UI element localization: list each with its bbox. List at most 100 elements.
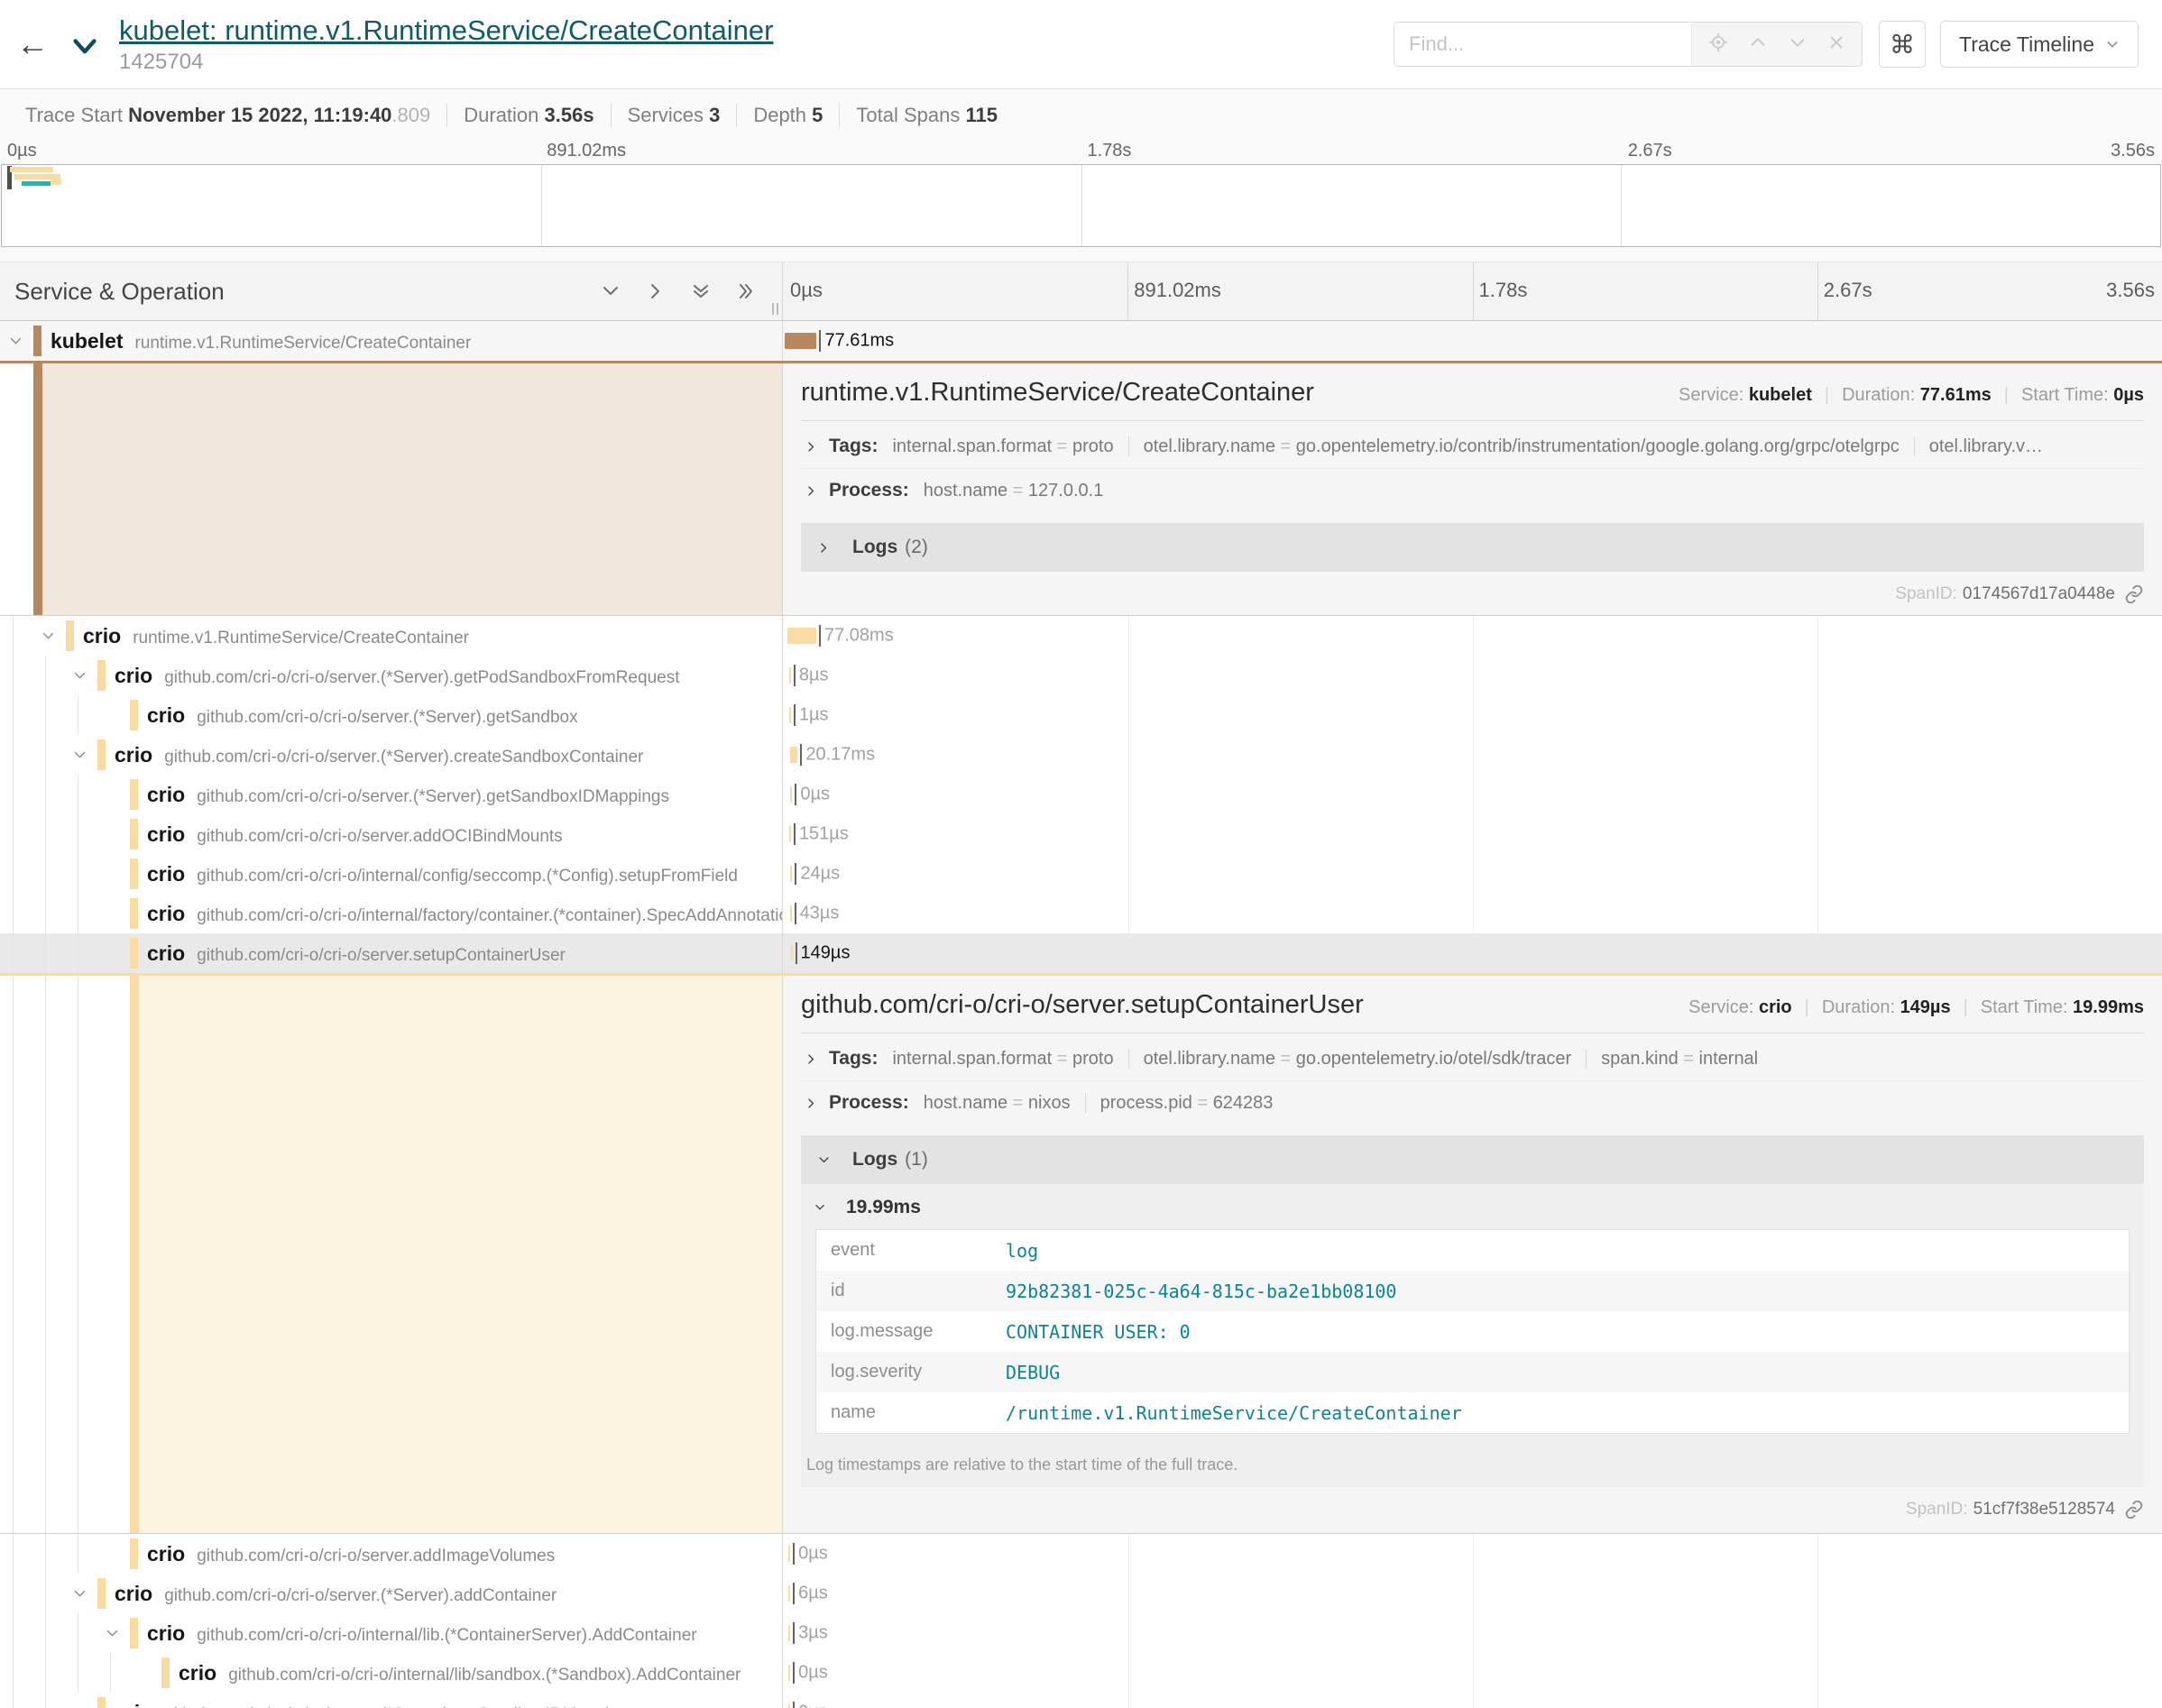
detail-meta: Service: kubelet|Duration: 77.61ms|Start… (1679, 385, 2144, 406)
span-row[interactable]: criogithub.com/cri-o/cri-o/server.(*Serv… (0, 695, 2162, 735)
span-duration-bar[interactable] (789, 707, 791, 723)
tags-accordion[interactable]: Tags:internal.span.format = protootel.li… (801, 1037, 2144, 1081)
span-row[interactable]: criogithub.com/cri-o/cri-o/internal/lib.… (0, 1613, 2162, 1653)
span-name-cell[interactable]: criogithub.com/cri-o/cri-o/server.(*Serv… (0, 775, 783, 814)
service-color-bar (97, 1697, 106, 1708)
chevron-down-icon[interactable] (41, 629, 56, 644)
gridline (1081, 165, 1082, 246)
span-name-cell[interactable]: criogithub.com/cri-o/cri-o/server.addOCI… (0, 814, 783, 854)
span-timeline-cell[interactable]: 149µs (783, 933, 2162, 973)
minimap-canvas[interactable] (1, 164, 2161, 247)
span-duration-bar[interactable] (788, 1665, 790, 1681)
service-name: crio (83, 624, 121, 648)
chevron-right-icon[interactable] (645, 280, 667, 302)
chevron-down-icon[interactable] (72, 748, 87, 763)
minimap-section: 0µs891.02ms1.78s2.67s3.56s (0, 141, 2162, 262)
span-row[interactable]: criogithub.com/cri-o/cri-o/server.(*Serv… (0, 1574, 2162, 1613)
chevron-down-icon[interactable] (105, 1626, 120, 1641)
span-labels: criogithub.com/cri-o/cri-o/internal/conf… (0, 862, 782, 886)
span-name-cell[interactable]: criogithub.com/cri-o/cri-o/internal/lib.… (0, 1613, 783, 1653)
span-row[interactable]: criogithub.com/cri-o/cri-o/server.addOCI… (0, 814, 2162, 854)
chevron-down-icon[interactable] (72, 668, 87, 684)
span-timeline-cell[interactable]: 0µs (783, 1693, 2162, 1708)
span-row[interactable]: criogithub.com/cri-o/cri-o/internal/conf… (0, 854, 2162, 894)
span-name-cell[interactable]: criogithub.com/cri-o/cri-o/server.(*Serv… (0, 1693, 783, 1708)
span-duration-bar[interactable] (788, 1625, 790, 1641)
trace-title-link[interactable]: kubelet: runtime.v1.RuntimeService/Creat… (119, 14, 773, 46)
log-field-key: log.message (816, 1321, 1006, 1342)
span-timeline-cell[interactable]: 20.17ms (783, 735, 2162, 775)
span-name-cell[interactable]: crioruntime.v1.RuntimeService/CreateCont… (0, 616, 783, 656)
chevron-down-icon[interactable] (72, 1586, 87, 1602)
process-accordion[interactable]: Process:host.name = nixosprocess.pid = 6… (801, 1081, 2144, 1125)
span-duration-bar[interactable] (788, 1704, 790, 1708)
link-icon[interactable] (2124, 584, 2144, 604)
double-chevron-right-icon[interactable] (735, 280, 757, 302)
logs-accordion-header[interactable]: Logs(2) (801, 523, 2144, 572)
span-name-cell[interactable]: criogithub.com/cri-o/cri-o/server.addIma… (0, 1534, 783, 1574)
span-timeline-cell[interactable]: 77.08ms (783, 616, 2162, 656)
link-icon[interactable] (2124, 1500, 2144, 1520)
span-row[interactable]: criogithub.com/cri-o/cri-o/server.setupC… (0, 933, 2162, 973)
span-name-cell[interactable]: criogithub.com/cri-o/cri-o/internal/lib/… (0, 1653, 783, 1693)
span-row[interactable]: criogithub.com/cri-o/cri-o/internal/fact… (0, 894, 2162, 933)
log-entry-header[interactable]: 19.99ms (801, 1184, 2144, 1227)
span-timeline-cell[interactable]: 151µs (783, 814, 2162, 854)
span-duration-bar[interactable] (790, 905, 792, 922)
span-duration-bar[interactable] (788, 1585, 790, 1602)
span-row[interactable]: criogithub.com/cri-o/cri-o/internal/lib/… (0, 1653, 2162, 1693)
logs-accordion-header[interactable]: Logs(1) (801, 1135, 2144, 1184)
span-name-cell[interactable]: criogithub.com/cri-o/cri-o/internal/conf… (0, 854, 783, 894)
process-accordion[interactable]: Process:host.name = 127.0.0.1 (801, 469, 2144, 512)
find-input[interactable] (1394, 23, 1691, 66)
span-timeline-cell[interactable]: 8µs (783, 656, 2162, 695)
span-row[interactable]: kubeletruntime.v1.RuntimeService/CreateC… (0, 321, 2162, 361)
span-duration-bar[interactable] (790, 866, 792, 882)
next-match-chevron-down-icon[interactable] (1788, 32, 1808, 57)
span-row[interactable]: criogithub.com/cri-o/cri-o/server.(*Serv… (0, 735, 2162, 775)
chevron-down-icon[interactable] (8, 334, 23, 349)
span-name-cell[interactable]: criogithub.com/cri-o/cri-o/server.(*Serv… (0, 1574, 783, 1613)
span-duration-bar[interactable] (791, 945, 793, 961)
span-timeline-cell[interactable]: 0µs (783, 1653, 2162, 1693)
span-duration-bar[interactable] (790, 747, 798, 763)
span-row[interactable]: criogithub.com/cri-o/cri-o/server.addIma… (0, 1534, 2162, 1574)
locate-icon[interactable] (1708, 32, 1728, 57)
span-row[interactable]: criogithub.com/cri-o/cri-o/server.(*Serv… (0, 1693, 2162, 1708)
view-selector-button[interactable]: Trace Timeline (1940, 21, 2139, 68)
span-name-cell[interactable]: criogithub.com/cri-o/cri-o/internal/fact… (0, 894, 783, 933)
span-timeline-cell[interactable]: 3µs (783, 1613, 2162, 1653)
span-row[interactable]: criogithub.com/cri-o/cri-o/server.(*Serv… (0, 775, 2162, 814)
span-duration-bar[interactable] (790, 786, 792, 803)
span-timeline-cell[interactable]: 0µs (783, 775, 2162, 814)
column-resize-handle[interactable] (772, 303, 778, 315)
keyboard-shortcuts-button[interactable]: ⌘ (1879, 21, 1926, 68)
span-name-cell[interactable]: criogithub.com/cri-o/cri-o/server.(*Serv… (0, 656, 783, 695)
span-duration-bar[interactable] (789, 826, 791, 842)
double-chevron-down-icon[interactable] (690, 280, 712, 302)
span-row[interactable]: crioruntime.v1.RuntimeService/CreateCont… (0, 616, 2162, 656)
span-name-cell[interactable]: criogithub.com/cri-o/cri-o/server.(*Serv… (0, 735, 783, 775)
chevron-down-icon[interactable] (600, 280, 621, 302)
span-duration-bar[interactable] (787, 628, 816, 644)
span-id-value: 0174567d17a0448e (1963, 584, 2115, 604)
header-collapse-chevron-icon[interactable] (70, 35, 99, 63)
span-name-cell[interactable]: criogithub.com/cri-o/cri-o/server.(*Serv… (0, 695, 783, 735)
span-duration-bar[interactable] (788, 1546, 790, 1562)
span-timeline-cell[interactable]: 77.61ms (783, 321, 2162, 361)
span-duration-bar[interactable] (789, 667, 791, 684)
span-name-cell[interactable]: criogithub.com/cri-o/cri-o/server.setupC… (0, 933, 783, 973)
span-duration-bar[interactable] (785, 333, 816, 349)
span-row[interactable]: criogithub.com/cri-o/cri-o/server.(*Serv… (0, 656, 2162, 695)
span-timeline-cell[interactable]: 1µs (783, 695, 2162, 735)
tags-accordion[interactable]: Tags:internal.span.format = protootel.li… (801, 425, 2144, 469)
span-name-cell[interactable]: kubeletruntime.v1.RuntimeService/CreateC… (0, 321, 783, 361)
back-arrow-icon[interactable]: ← (16, 25, 58, 63)
span-timeline-cell[interactable]: 43µs (783, 894, 2162, 933)
prev-match-chevron-up-icon[interactable] (1748, 32, 1768, 57)
span-timeline-cell[interactable]: 6µs (783, 1574, 2162, 1613)
span-timeline-cell[interactable]: 0µs (783, 1534, 2162, 1574)
indent-guide (45, 854, 46, 894)
span-timeline-cell[interactable]: 24µs (783, 854, 2162, 894)
clear-search-x-icon[interactable] (1827, 33, 1845, 56)
